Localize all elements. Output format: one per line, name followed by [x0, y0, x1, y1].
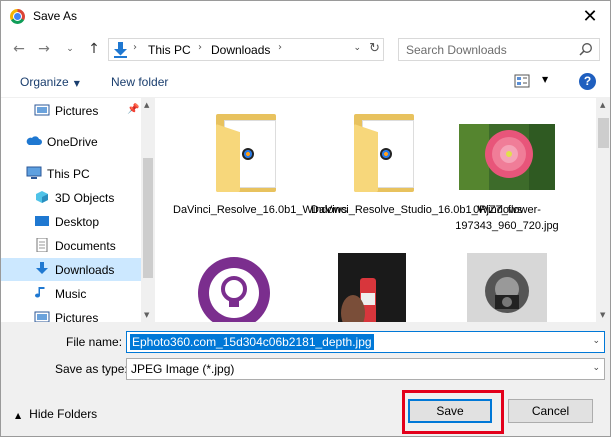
forward-button[interactable]: → [35, 40, 53, 58]
address-dropdown-icon[interactable]: ⌄ [353, 43, 361, 53]
pictures-icon [34, 104, 50, 116]
photo-thumbnail [459, 253, 555, 322]
chrome-icon [10, 9, 25, 24]
save-form: File name: Ephoto360.com_15d304c06b2181_… [1, 322, 610, 436]
pin-icon: 📌 [127, 104, 140, 115]
downloads-icon [114, 42, 127, 58]
navigation-pane: Pictures 📌 OneDrive This PC 3D Objects D… [1, 98, 155, 322]
bulb-logo-thumbnail [186, 253, 282, 322]
back-button[interactable]: ← [10, 40, 28, 58]
downloads-icon [36, 262, 48, 274]
search-input[interactable]: Search Downloads [398, 38, 600, 61]
breadcrumb-separator: › [133, 42, 137, 53]
breadcrumb-downloads[interactable]: Downloads [211, 43, 270, 57]
close-button[interactable]: ✕ [568, 1, 610, 32]
search-icon [579, 43, 592, 56]
scrollbar-thumb[interactable] [143, 158, 153, 278]
scroll-down-icon[interactable]: ▼ [144, 311, 149, 319]
flower-thumbnail [459, 114, 555, 192]
view-options-icon[interactable] [514, 74, 530, 88]
scroll-down-icon[interactable]: ▼ [600, 311, 605, 319]
chevron-down-icon[interactable]: ⌄ [592, 363, 600, 373]
file-name-field[interactable]: Ephoto360.com_15d304c06b2181_depth.jpg ⌄ [126, 331, 605, 353]
file-name: 0PjZ7_flower-197343_960_720.jpg [455, 204, 559, 232]
window-title: Save As [33, 9, 78, 23]
recent-locations-button[interactable]: ⌄ [61, 40, 79, 58]
organize-label: Organize [20, 75, 69, 89]
sidebar-item-label: Pictures [55, 311, 99, 322]
file-list-scrollbar[interactable]: ▲ ▼ [596, 98, 610, 322]
sidebar-item-label: Documents [55, 239, 116, 253]
help-icon[interactable]: ? [579, 73, 596, 90]
onedrive-icon [26, 136, 42, 145]
file-name-label: File name: [66, 335, 123, 349]
pictures-icon [34, 311, 50, 322]
save-type-value: JPEG Image (*.jpg) [131, 362, 235, 376]
title-bar: Save As ✕ [1, 1, 610, 32]
sidebar-item-onedrive[interactable]: OneDrive [1, 130, 141, 153]
save-type-label: Save as type: [55, 362, 128, 376]
file-list: DaVinci_Resolve_16.0b1_Windows DaVinci_R… [156, 98, 596, 322]
sidebar-item-3d-objects[interactable]: 3D Objects [1, 186, 141, 209]
hide-folders-label: Hide Folders [29, 407, 98, 421]
sidebar-item-label: Downloads [55, 263, 115, 277]
chevron-down-icon[interactable]: ⌄ [592, 336, 600, 346]
photo-thumbnail [324, 253, 420, 322]
up-button[interactable]: ↑ [85, 40, 103, 58]
breadcrumb-separator: › [198, 42, 202, 53]
sidebar-item-pictures[interactable]: Pictures [1, 306, 141, 322]
documents-icon [36, 238, 48, 252]
chevron-down-icon: ▼ [73, 79, 80, 88]
sidebar-item-downloads[interactable]: Downloads [1, 258, 141, 281]
sidebar-item-this-pc[interactable]: This PC [1, 162, 141, 185]
chevron-up-icon: ▲ [15, 411, 22, 420]
save-button[interactable]: Save [408, 399, 492, 423]
sidebar-item-label: Desktop [55, 215, 100, 229]
file-name-value: Ephoto360.com_15d304c06b2181_depth.jpg [130, 334, 374, 350]
3d-objects-icon [36, 191, 48, 203]
desktop-icon [35, 216, 49, 226]
scroll-up-icon[interactable]: ▲ [600, 101, 605, 109]
new-folder-button[interactable]: New folder [111, 75, 168, 89]
computer-icon [26, 166, 42, 179]
sidebar-item-label: Music [55, 287, 87, 301]
navigation-pane-scrollbar[interactable]: ▲ ▼ [141, 98, 155, 322]
music-icon [35, 287, 45, 298]
save-type-select[interactable]: JPEG Image (*.jpg) ⌄ [126, 358, 605, 380]
scrollbar-thumb[interactable] [598, 118, 609, 148]
command-bar: Organize▼ New folder uantrimang ▼ ? [1, 66, 610, 149]
file-name: DaVinci_Resolve_16.0b1_Windows [173, 204, 348, 216]
navigation-bar: ← → ⌄ ↑ › This PC › Downloads › ⌄ ↻ Sear… [1, 32, 610, 66]
file-name: DaVinci_Resolve_Studio_16.0b1_Windows [311, 204, 523, 216]
sidebar-item-label: Pictures [55, 104, 99, 118]
view-options-dropdown-icon[interactable]: ▼ [542, 75, 548, 84]
sidebar-item-label: This PC [47, 167, 90, 181]
address-bar[interactable]: › This PC › Downloads › ⌄ ↻ [108, 38, 384, 61]
sidebar-item-music[interactable]: Music [1, 282, 141, 305]
folder-icon [186, 114, 282, 192]
organize-menu[interactable]: Organize ▼ [20, 75, 80, 89]
save-as-dialog: Save As ✕ ← → ⌄ ↑ › This PC › Downloads … [0, 0, 611, 437]
search-placeholder: Search Downloads [406, 43, 507, 57]
hide-folders-button[interactable]: ▲ Hide Folders [15, 407, 97, 421]
sidebar-item-pictures-quick[interactable]: Pictures 📌 [1, 99, 141, 122]
folder-icon [324, 114, 420, 192]
sidebar-item-desktop[interactable]: Desktop [1, 210, 141, 233]
sidebar-item-label: 3D Objects [55, 191, 115, 205]
sidebar-item-documents[interactable]: Documents [1, 234, 141, 257]
sidebar-item-label: OneDrive [47, 135, 98, 149]
refresh-icon[interactable]: ↻ [369, 41, 380, 56]
cancel-button[interactable]: Cancel [508, 399, 593, 423]
breadcrumb-this-pc[interactable]: This PC [148, 43, 191, 57]
scroll-up-icon[interactable]: ▲ [144, 101, 149, 109]
breadcrumb-separator: › [278, 42, 282, 53]
